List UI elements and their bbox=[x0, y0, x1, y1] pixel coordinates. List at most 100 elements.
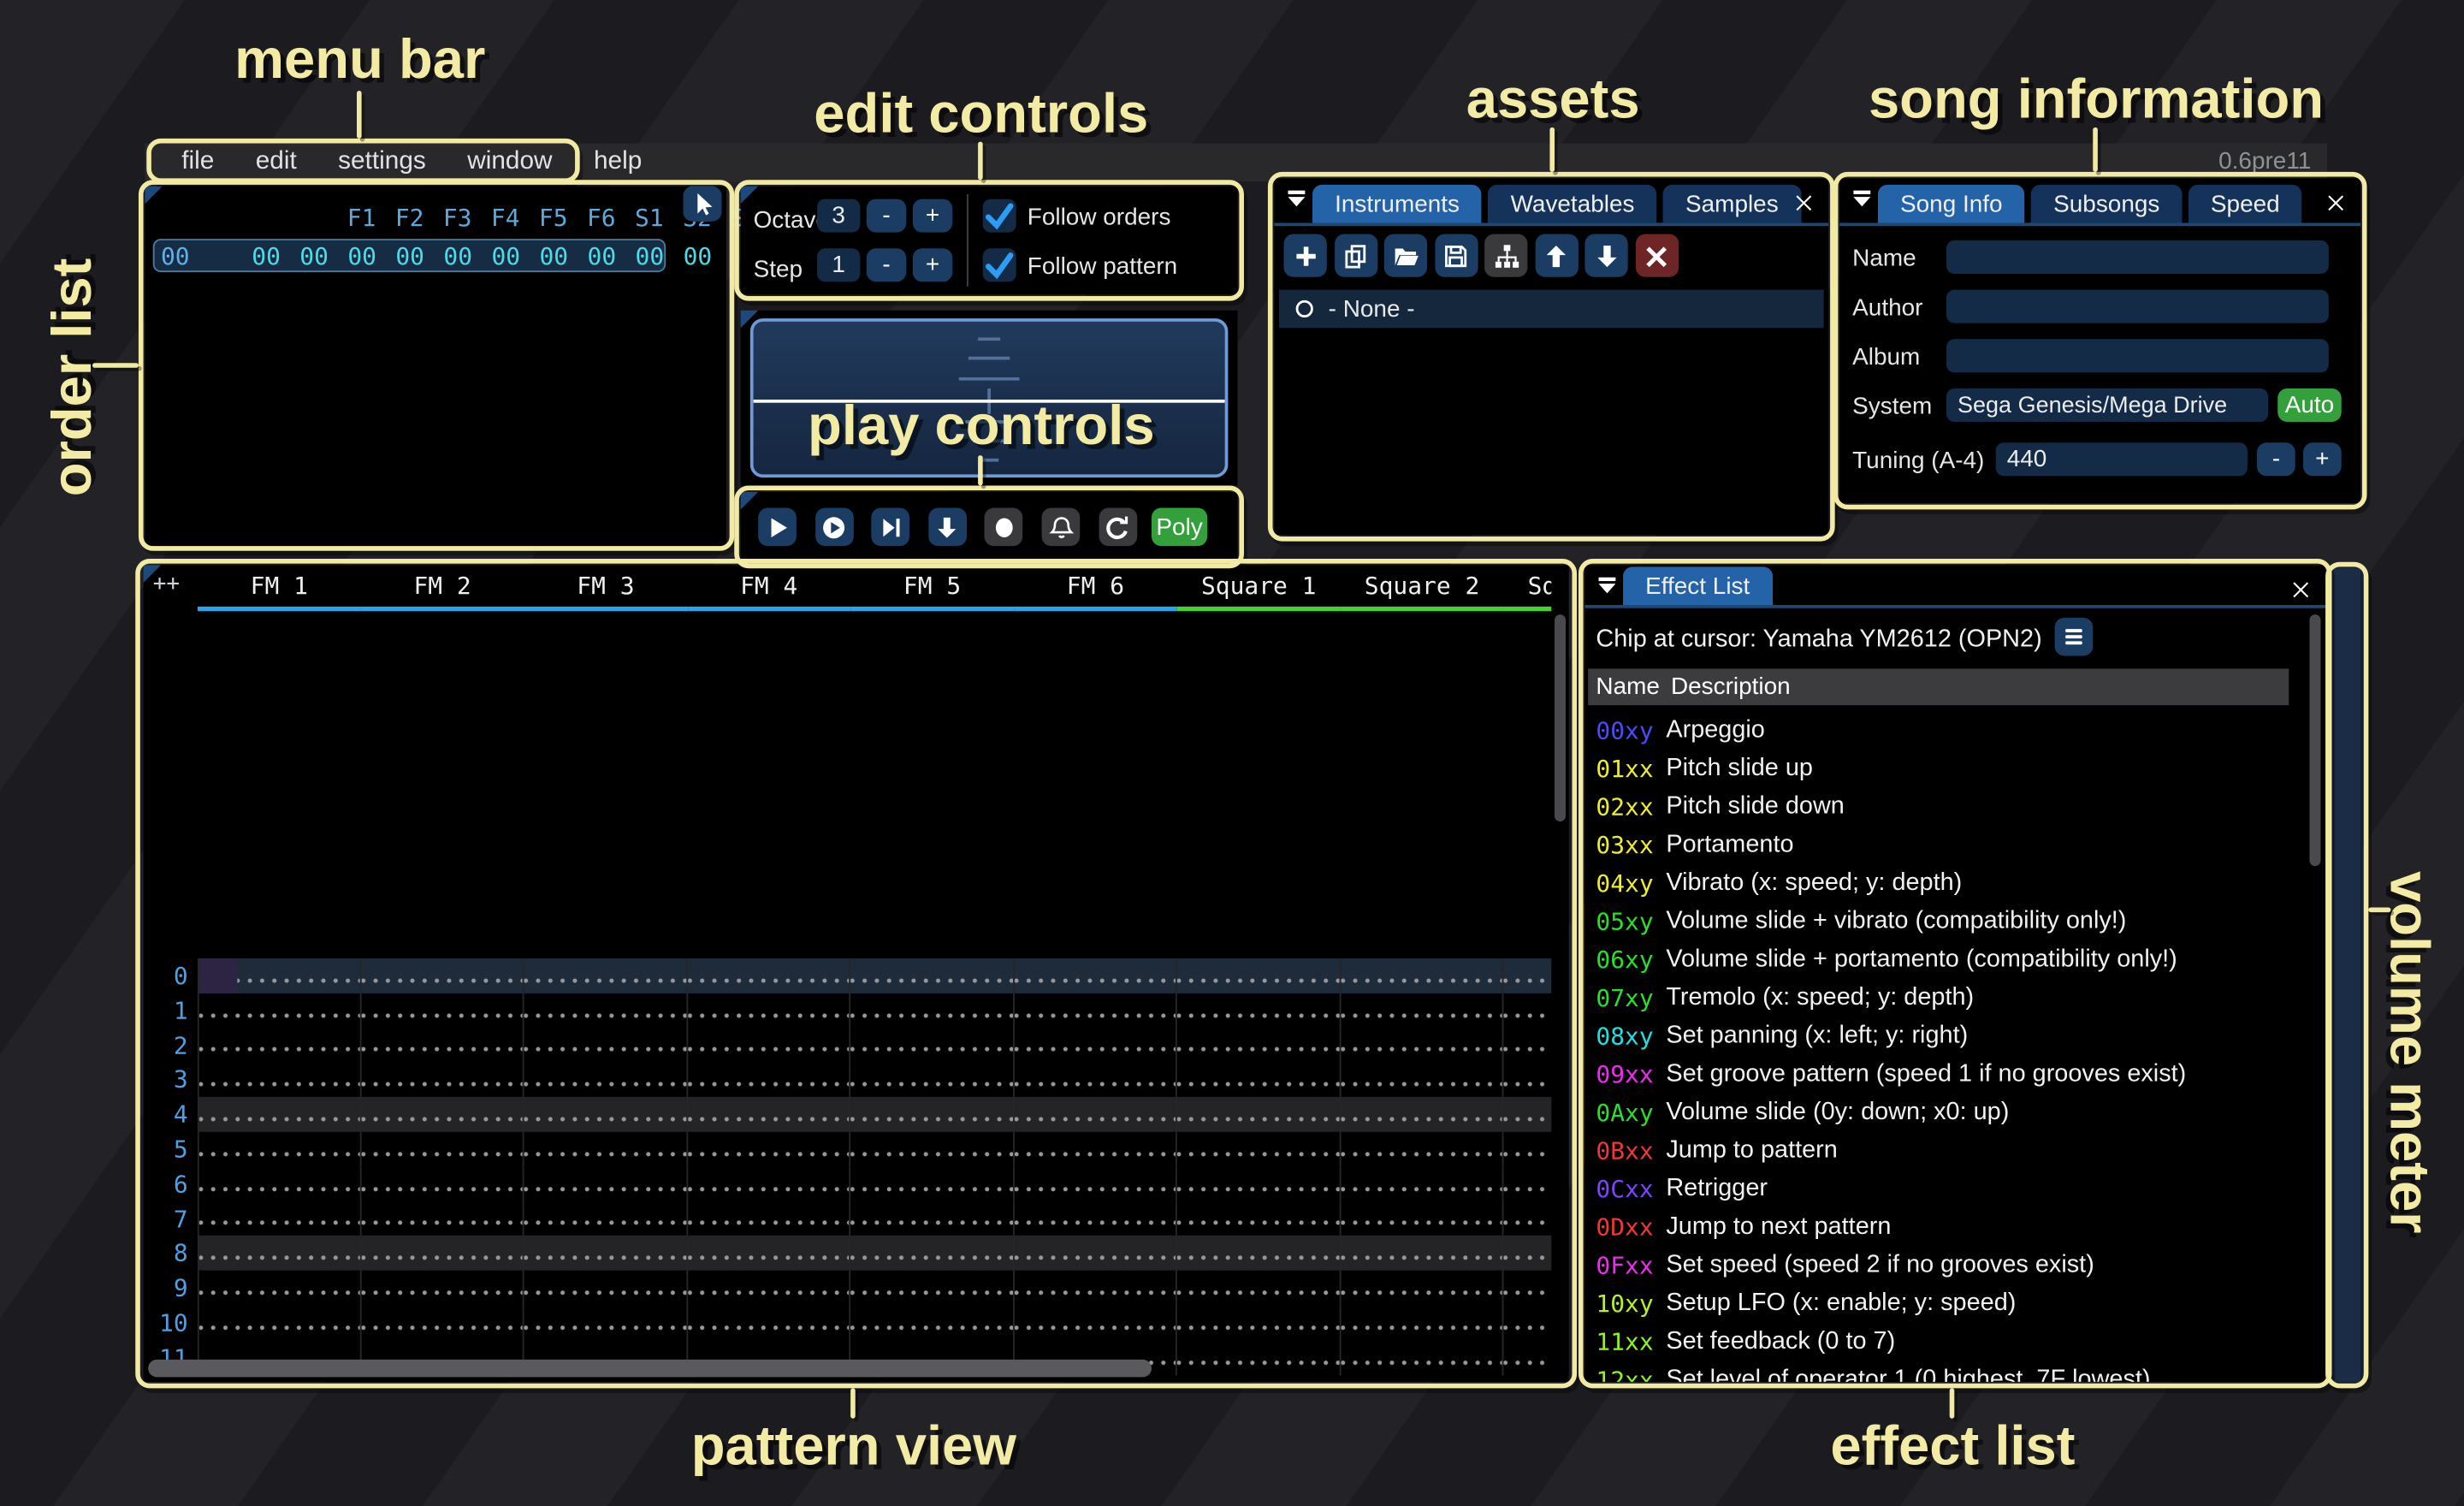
collapse-window-icon[interactable] bbox=[1595, 573, 1620, 599]
menu-item[interactable]: help bbox=[573, 148, 663, 176]
song-info-tab[interactable]: Speed bbox=[2189, 185, 2302, 223]
menu-item[interactable]: window bbox=[447, 148, 573, 176]
effect-row[interactable]: 0Fxx Set speed (speed 2 if no grooves ex… bbox=[1596, 1247, 2296, 1285]
pattern-channel-header[interactable]: Square 3 bbox=[1503, 565, 1551, 611]
author-field[interactable] bbox=[1946, 290, 2329, 323]
effect-list-menu-button[interactable] bbox=[2055, 618, 2094, 656]
system-field[interactable]: Sega Genesis/Mega Drive bbox=[1946, 388, 2268, 422]
effect-row[interactable]: 07xy Tremolo (x: speed; y: depth) bbox=[1596, 979, 2296, 1017]
poly-button[interactable]: Poly bbox=[1152, 507, 1207, 546]
order-row-selected[interactable]: 00 00 00 00 00 00 00 00 00 00 00 bbox=[153, 239, 666, 272]
step-value[interactable]: 1 bbox=[817, 248, 860, 282]
arrow-down-icon[interactable] bbox=[928, 507, 967, 546]
play-icon[interactable] bbox=[758, 507, 797, 546]
name-field[interactable] bbox=[1946, 240, 2329, 274]
step-decrease-button[interactable]: - bbox=[867, 248, 907, 282]
effect-list-scrollbar[interactable] bbox=[2309, 614, 2320, 866]
pattern-horizontal-scrollbar[interactable] bbox=[148, 1360, 1152, 1377]
album-field[interactable] bbox=[1946, 339, 2329, 372]
pattern-channel-header[interactable]: FM 3 bbox=[524, 565, 687, 611]
pattern-row[interactable]: 0 bbox=[144, 958, 1552, 993]
tuning-decrease-button[interactable]: - bbox=[2257, 442, 2295, 476]
pattern-row[interactable]: 10 bbox=[144, 1306, 1552, 1341]
pattern-row[interactable]: 7 bbox=[144, 1201, 1552, 1236]
pattern-row[interactable]: 4 bbox=[144, 1097, 1552, 1132]
song-info-tab[interactable]: Song Info bbox=[1878, 185, 2025, 223]
order-cell[interactable]: 00 bbox=[443, 242, 472, 270]
pattern-channel-header[interactable]: FM 6 bbox=[1014, 565, 1177, 611]
close-icon[interactable] bbox=[2324, 191, 2348, 215]
order-cell[interactable]: 00 bbox=[539, 242, 568, 270]
effect-row[interactable]: 0Axy Volume slide (0y: down; x0: up) bbox=[1596, 1094, 2296, 1132]
tuning-field[interactable]: 440 bbox=[1996, 442, 2248, 476]
order-cell[interactable]: 00 bbox=[684, 242, 713, 270]
menu-item[interactable]: edit bbox=[235, 148, 317, 176]
plus-icon[interactable] bbox=[1284, 234, 1327, 276]
order-cell[interactable]: 00 bbox=[491, 242, 520, 270]
octave-decrease-button[interactable]: - bbox=[867, 199, 907, 233]
octave-increase-button[interactable]: + bbox=[913, 199, 953, 233]
close-icon[interactable] bbox=[2289, 578, 2313, 602]
auto-system-button[interactable]: Auto bbox=[2277, 388, 2341, 422]
assets-tab[interactable]: Instruments bbox=[1312, 185, 1482, 223]
pattern-row[interactable]: 6 bbox=[144, 1166, 1552, 1201]
effect-row[interactable]: 0Bxx Jump to pattern bbox=[1596, 1132, 2296, 1171]
effect-row[interactable]: 11xx Set feedback (0 to 7) bbox=[1596, 1323, 2296, 1361]
order-cell[interactable]: 00 bbox=[395, 242, 424, 270]
pattern-row[interactable]: 2 bbox=[144, 1028, 1552, 1063]
effect-row[interactable]: 05xy Volume slide + vibrato (compatibili… bbox=[1596, 903, 2296, 941]
menu-item[interactable]: settings bbox=[317, 148, 447, 176]
close-icon[interactable] bbox=[1792, 191, 1815, 215]
pattern-expand-button[interactable]: ++ bbox=[153, 572, 180, 597]
effect-row[interactable]: 09xx Set groove pattern (speed 1 if no g… bbox=[1596, 1056, 2296, 1094]
menu-item[interactable]: file bbox=[161, 148, 234, 176]
pattern-vertical-scrollbar[interactable] bbox=[1555, 614, 1566, 821]
collapse-window-icon[interactable] bbox=[1849, 187, 1875, 212]
pattern-channel-header[interactable]: FM 5 bbox=[850, 565, 1014, 611]
effect-row[interactable]: 0Cxx Retrigger bbox=[1596, 1170, 2296, 1208]
order-cell[interactable]: 00 bbox=[636, 242, 665, 270]
effect-table-header[interactable]: Name Description bbox=[1588, 668, 2289, 705]
play-circle-icon[interactable] bbox=[814, 507, 853, 546]
pattern-row[interactable]: 5 bbox=[144, 1132, 1552, 1167]
effect-row[interactable]: 03xx Portamento bbox=[1596, 827, 2296, 865]
effect-row[interactable]: 12xx Set level of operator 1 (0 highest,… bbox=[1596, 1361, 2296, 1382]
pattern-row[interactable]: 3 bbox=[144, 1063, 1552, 1098]
pattern-channel-header[interactable]: Square 2 bbox=[1341, 565, 1504, 611]
pattern-row[interactable]: 1 bbox=[144, 993, 1552, 1029]
tree-icon[interactable] bbox=[1484, 234, 1527, 276]
open-folder-icon[interactable] bbox=[1384, 234, 1427, 276]
song-info-tab[interactable]: Subsongs bbox=[2031, 185, 2182, 223]
effect-row[interactable]: 02xx Pitch slide down bbox=[1596, 788, 2296, 827]
assets-tab[interactable]: Samples bbox=[1663, 185, 1801, 223]
order-cell[interactable]: 00 bbox=[588, 242, 617, 270]
assets-tab[interactable]: Wavetables bbox=[1489, 185, 1657, 223]
duplicate-icon[interactable] bbox=[1334, 234, 1377, 276]
effect-row[interactable]: 01xx Pitch slide up bbox=[1596, 750, 2296, 788]
cursor-icon[interactable] bbox=[684, 187, 722, 222]
arrow-down-icon[interactable] bbox=[1584, 234, 1627, 276]
effect-row[interactable]: 00xy Arpeggio bbox=[1596, 712, 2296, 750]
save-icon[interactable] bbox=[1434, 234, 1477, 276]
octave-value[interactable]: 3 bbox=[817, 199, 860, 233]
pattern-channel-header[interactable]: FM 1 bbox=[198, 565, 361, 611]
order-cell[interactable]: 00 bbox=[252, 242, 281, 270]
pattern-channel-header[interactable]: Square 1 bbox=[1177, 565, 1341, 611]
collapse-window-icon[interactable] bbox=[1284, 187, 1310, 212]
effect-row[interactable]: 10xy Setup LFO (x: enable; y: speed) bbox=[1596, 1284, 2296, 1323]
effect-row[interactable]: 08xy Set panning (x: left; y: right) bbox=[1596, 1017, 2296, 1056]
record-icon[interactable] bbox=[985, 507, 1023, 546]
effect-row[interactable]: 06xy Volume slide + portamento (compatib… bbox=[1596, 941, 2296, 980]
order-cell[interactable]: 00 bbox=[347, 242, 376, 270]
order-cell[interactable]: 00 bbox=[299, 242, 329, 270]
pattern-channel-header[interactable]: FM 2 bbox=[361, 565, 524, 611]
effect-row[interactable]: 04xy Vibrato (x: speed; y: depth) bbox=[1596, 864, 2296, 903]
pattern-row[interactable]: 8 bbox=[144, 1236, 1552, 1271]
metronome-bell-icon[interactable] bbox=[1042, 507, 1081, 546]
effect-list-tab[interactable]: Effect List bbox=[1623, 566, 1772, 605]
follow-orders-checkbox[interactable] bbox=[983, 199, 1016, 233]
pattern-row[interactable]: 9 bbox=[144, 1271, 1552, 1306]
step-increase-button[interactable]: + bbox=[913, 248, 953, 282]
follow-pattern-checkbox[interactable] bbox=[983, 248, 1016, 282]
pattern-channel-header[interactable]: FM 4 bbox=[687, 565, 850, 611]
